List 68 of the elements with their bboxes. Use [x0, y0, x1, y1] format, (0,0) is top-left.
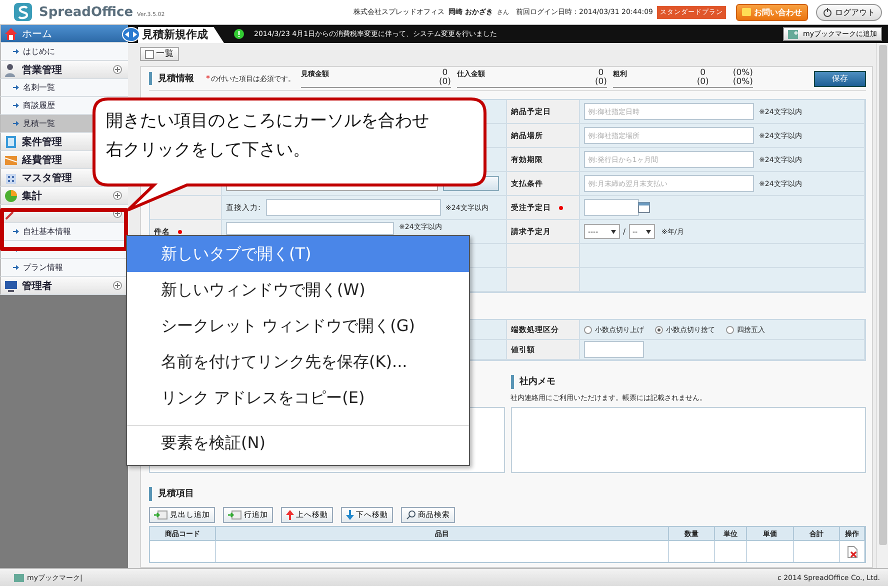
caret-icon	[646, 230, 651, 234]
sidebar-toggle-icon[interactable]	[122, 27, 140, 42]
house-icon	[4, 27, 18, 40]
info-icon	[234, 29, 244, 39]
scrollbar[interactable]	[876, 43, 888, 568]
bullet-arrow-icon	[13, 49, 19, 54]
amount-subvalue: (0)	[696, 78, 709, 87]
section-title: 社内メモ	[510, 375, 556, 389]
sidebar-section[interactable]: 営業管理	[0, 61, 128, 79]
bullet-arrow-icon	[13, 121, 19, 126]
context-menu-item[interactable]: リンク アドレスをコピー(E)	[127, 380, 469, 416]
person-icon	[4, 62, 18, 76]
context-menu-item[interactable]: シークレット ウィンドウで開く(G)	[127, 308, 469, 344]
list-button[interactable]: 一覧	[140, 47, 179, 61]
expand-icon[interactable]	[113, 191, 122, 200]
sidebar-link[interactable]: はじめに	[0, 43, 128, 61]
required-mark: *	[206, 74, 210, 83]
input-field[interactable]	[266, 199, 441, 216]
amount-value: 0	[598, 69, 604, 78]
table-cell	[747, 541, 794, 562]
expand-icon[interactable]	[113, 65, 122, 74]
section-title: 見積項目	[149, 487, 194, 501]
input-field[interactable]	[584, 341, 644, 358]
amount-subvalue: (0)	[594, 78, 607, 87]
table-cell	[669, 541, 715, 562]
logout-button[interactable]: ログアウト	[816, 4, 882, 20]
app-logo: SpreadOffice	[39, 4, 134, 20]
delete-icon[interactable]	[846, 546, 858, 558]
amount-subvalue: (0)	[438, 78, 451, 87]
calendar-icon[interactable]	[638, 202, 650, 213]
percent-value: (0%)	[732, 69, 753, 78]
list-icon	[145, 50, 154, 58]
sidebar-link[interactable]: プラン情報	[0, 259, 128, 277]
power-icon	[823, 8, 832, 16]
pie-chart-icon	[4, 188, 18, 202]
page-tab[interactable]: 見積新規作成	[138, 27, 224, 43]
sidebar-section[interactable]: 集計	[0, 187, 128, 205]
section-title: 見積情報	[149, 72, 194, 85]
bullet-arrow-icon	[13, 229, 19, 234]
bullet-arrow-icon	[13, 103, 19, 108]
input-field[interactable]	[226, 222, 394, 235]
amount-value: 0	[700, 69, 706, 78]
save-button[interactable]: 保存	[814, 70, 866, 86]
up-arrow-icon	[286, 510, 294, 520]
date-field[interactable]	[584, 199, 639, 216]
bullet-arrow-icon	[13, 85, 19, 90]
amount-value: 0	[442, 69, 448, 78]
sidebar-section[interactable]: 管理者	[0, 277, 128, 295]
search-icon	[406, 510, 416, 520]
bookmark-add-icon	[788, 30, 800, 38]
expand-icon[interactable]	[113, 281, 122, 290]
table-cell	[715, 541, 747, 562]
add-row-icon	[154, 510, 168, 520]
down-arrow-icon	[346, 510, 354, 520]
bullet-arrow-icon	[13, 265, 19, 270]
add-row-icon	[228, 510, 242, 520]
table-cell	[150, 541, 216, 562]
sidebar-section[interactable]: ホーム	[0, 25, 128, 43]
context-menu-item[interactable]: 要素を検証(N)	[127, 425, 469, 461]
percent-subvalue: (0%)	[732, 78, 753, 87]
sidebar-link[interactable]: 名刺一覧	[0, 79, 128, 97]
logo-icon	[14, 3, 32, 21]
context-menu-item[interactable]: 名前を付けてリンク先を保存(K)...	[127, 344, 469, 380]
binder-icon	[4, 134, 18, 148]
monitor-icon	[4, 278, 18, 292]
context-menu-item[interactable]: 新しいウィンドウで開く(W)	[127, 272, 469, 308]
context-menu-item[interactable]: 新しいタブで開く(T)	[127, 236, 469, 272]
caret-icon	[611, 230, 616, 234]
